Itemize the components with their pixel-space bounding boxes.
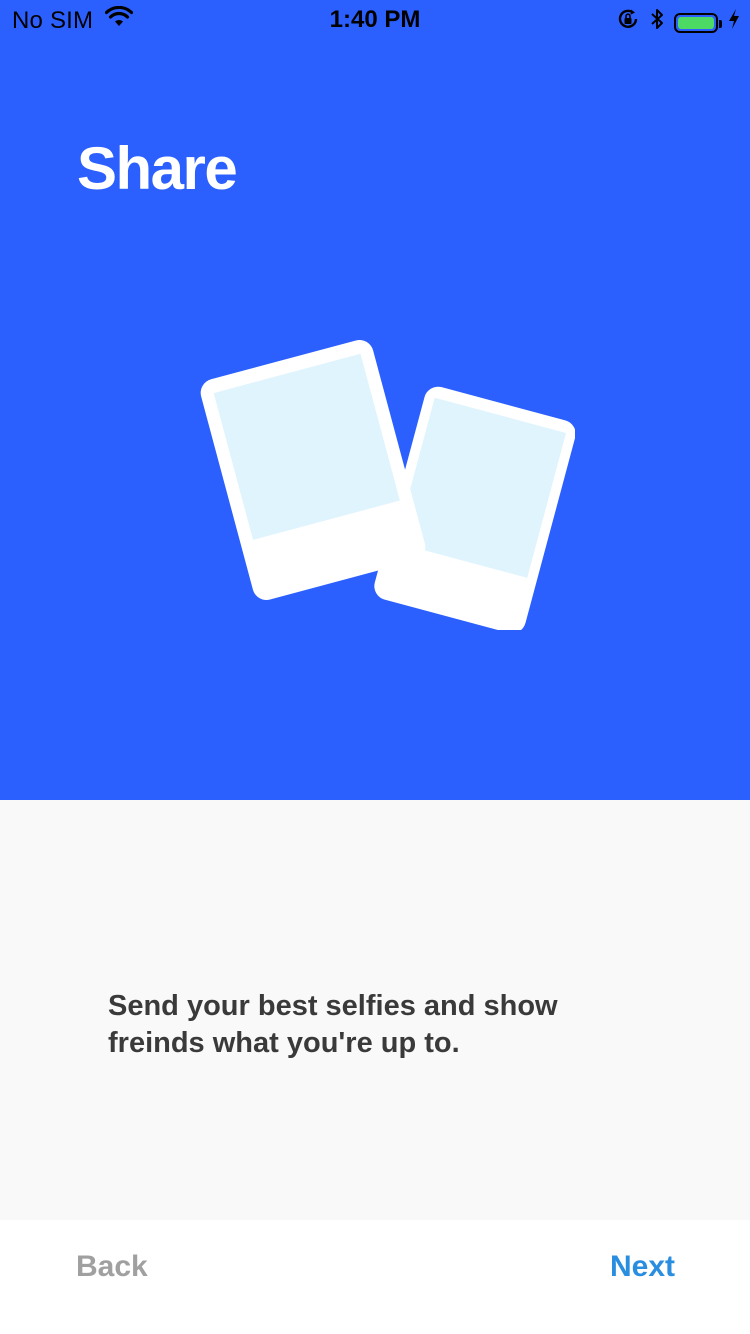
charging-bolt-icon	[728, 8, 740, 37]
next-button[interactable]: Next	[610, 1250, 675, 1284]
page-title: Share	[77, 135, 238, 202]
bluetooth-icon	[650, 7, 664, 38]
orientation-lock-icon	[616, 7, 640, 38]
battery-level-fill	[678, 16, 714, 29]
battery-icon	[674, 12, 722, 33]
content-panel: Send your best selfies and show freinds …	[0, 800, 750, 1220]
photos-icon	[195, 330, 576, 634]
hero-panel: No SIM 1:40 PM Share	[0, 0, 750, 800]
back-button[interactable]: Back	[76, 1250, 148, 1284]
status-bar: No SIM 1:40 PM	[0, 0, 750, 40]
footer-nav: Back Next	[0, 1220, 750, 1334]
battery-cap	[719, 19, 722, 28]
status-right-group	[616, 7, 740, 38]
onboarding-description: Send your best selfies and show freinds …	[108, 990, 558, 1059]
